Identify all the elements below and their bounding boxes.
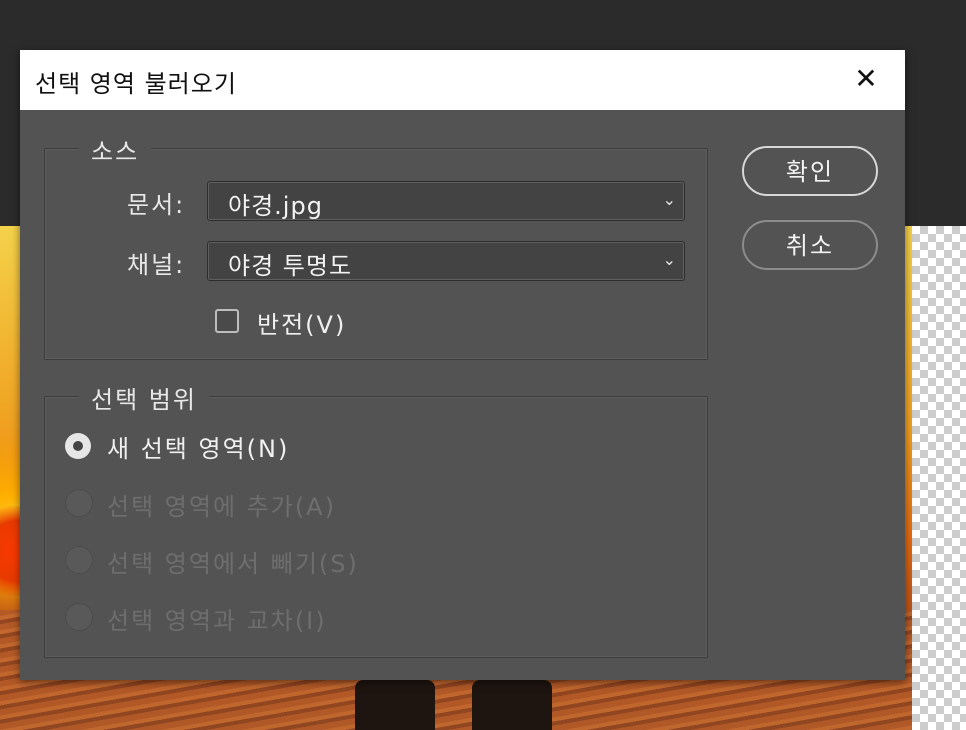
channel-select[interactable]: 야경 투명도 ⌄ bbox=[207, 241, 685, 281]
ok-button[interactable]: 확인 bbox=[742, 146, 878, 196]
channel-select-value: 야경 투명도 bbox=[228, 252, 353, 280]
document-select-value: 야경.jpg bbox=[228, 192, 323, 220]
chevron-down-icon: ⌄ bbox=[662, 250, 676, 269]
intersect-selection-radio[interactable] bbox=[65, 603, 93, 631]
document-label: 문서: bbox=[127, 191, 186, 219]
chevron-down-icon: ⌄ bbox=[662, 190, 676, 209]
dialog-titlebar: 선택 영역 불러오기 ✕ bbox=[20, 50, 905, 110]
cancel-button[interactable]: 취소 bbox=[742, 220, 878, 270]
canvas-image-figure bbox=[472, 680, 552, 730]
new-selection-radio[interactable] bbox=[65, 433, 91, 459]
load-selection-dialog: 선택 영역 불러오기 ✕ 소스 문서: 야경.jpg ⌄ 채널: 야경 투명도 … bbox=[20, 50, 905, 680]
dialog-title: 선택 영역 불러오기 bbox=[35, 70, 237, 98]
close-icon[interactable]: ✕ bbox=[851, 62, 881, 96]
add-to-selection-label[interactable]: 선택 영역에 추가(A) bbox=[107, 487, 336, 522]
canvas-image-figure bbox=[355, 680, 435, 730]
subtract-from-selection-radio[interactable] bbox=[65, 546, 93, 574]
source-group: 소스 문서: 야경.jpg ⌄ 채널: 야경 투명도 ⌄ 반전(V) bbox=[44, 132, 708, 360]
channel-label: 채널: bbox=[127, 251, 186, 279]
invert-label[interactable]: 반전(V) bbox=[257, 305, 346, 340]
add-to-selection-radio[interactable] bbox=[65, 489, 93, 517]
invert-checkbox[interactable] bbox=[215, 309, 239, 333]
subtract-from-selection-label[interactable]: 선택 영역에서 빼기(S) bbox=[107, 544, 359, 579]
operation-group: 선택 범위 새 선택 영역(N) 선택 영역에 추가(A) 선택 영역에서 빼기… bbox=[44, 380, 708, 658]
source-legend: 소스 bbox=[79, 132, 152, 167]
intersect-selection-label[interactable]: 선택 영역과 교차(I) bbox=[107, 601, 327, 636]
new-selection-label[interactable]: 새 선택 영역(N) bbox=[107, 429, 289, 464]
document-select[interactable]: 야경.jpg ⌄ bbox=[207, 181, 685, 221]
transparency-grid bbox=[912, 226, 966, 730]
operation-legend: 선택 범위 bbox=[79, 380, 209, 415]
